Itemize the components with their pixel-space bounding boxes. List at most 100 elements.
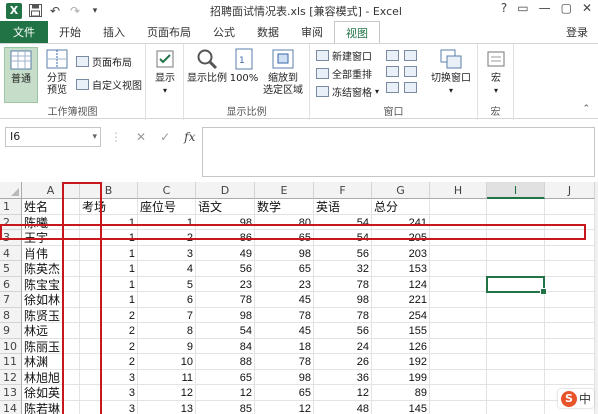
tab-review[interactable]: 审阅 bbox=[290, 21, 334, 43]
cell-c10[interactable]: 9 bbox=[138, 338, 196, 354]
cell-c12[interactable]: 11 bbox=[138, 369, 196, 385]
cell-b3[interactable]: 1 bbox=[80, 230, 138, 246]
cell-h14[interactable] bbox=[430, 400, 487, 414]
cell-a13[interactable]: 徐如英 bbox=[22, 385, 80, 401]
redo-icon[interactable]: ↷ bbox=[68, 4, 82, 18]
cell-d12[interactable]: 65 bbox=[196, 369, 255, 385]
cell-e4[interactable]: 98 bbox=[255, 245, 314, 261]
cell-i2[interactable] bbox=[487, 214, 545, 230]
row-header[interactable]: 3 bbox=[0, 230, 22, 246]
cell-g6[interactable]: 124 bbox=[372, 276, 430, 292]
cell-g10[interactable]: 126 bbox=[372, 338, 430, 354]
tab-home[interactable]: 开始 bbox=[48, 21, 92, 43]
select-all-button[interactable] bbox=[0, 182, 22, 199]
cell-d14[interactable]: 85 bbox=[196, 400, 255, 414]
cell-e3[interactable]: 65 bbox=[255, 230, 314, 246]
cell-i3[interactable] bbox=[487, 230, 545, 246]
cell-j5[interactable] bbox=[545, 261, 595, 277]
cell-a4[interactable]: 肖伟 bbox=[22, 245, 80, 261]
cell-d3[interactable]: 86 bbox=[196, 230, 255, 246]
undo-icon[interactable]: ↶ bbox=[48, 4, 62, 18]
cell-c9[interactable]: 8 bbox=[138, 323, 196, 339]
cell-h1[interactable] bbox=[430, 199, 487, 215]
zoom-to-selection-button[interactable]: 缩放到 选定区域 bbox=[260, 47, 306, 97]
page-break-preview-button[interactable]: 分页 预览 bbox=[42, 47, 72, 97]
cell-h7[interactable] bbox=[430, 292, 487, 308]
custom-views-button[interactable]: 自定义视图 bbox=[76, 77, 142, 92]
cell-d13[interactable]: 12 bbox=[196, 385, 255, 401]
cell-e13[interactable]: 65 bbox=[255, 385, 314, 401]
cell-b6[interactable]: 1 bbox=[80, 276, 138, 292]
cell-h3[interactable] bbox=[430, 230, 487, 246]
cell-a14[interactable]: 陈若琳 bbox=[22, 400, 80, 414]
cell-g5[interactable]: 153 bbox=[372, 261, 430, 277]
cell-a3[interactable]: 王宇 bbox=[22, 230, 80, 246]
cell-j10[interactable] bbox=[545, 338, 595, 354]
maximize-button[interactable]: ▢ bbox=[561, 1, 572, 15]
cell-e2[interactable]: 80 bbox=[255, 214, 314, 230]
cell-e7[interactable]: 45 bbox=[255, 292, 314, 308]
column-header-i[interactable]: I bbox=[487, 182, 545, 199]
cell-i12[interactable] bbox=[487, 369, 545, 385]
cell-a7[interactable]: 徐如林 bbox=[22, 292, 80, 308]
cell-f14[interactable]: 48 bbox=[314, 400, 372, 414]
cell-g4[interactable]: 203 bbox=[372, 245, 430, 261]
cell-b9[interactable]: 2 bbox=[80, 323, 138, 339]
ribbon-display-options-button[interactable]: ▭ bbox=[517, 1, 528, 15]
cell-e11[interactable]: 78 bbox=[255, 354, 314, 370]
cell-i14[interactable] bbox=[487, 400, 545, 414]
cell-a12[interactable]: 林旭旭 bbox=[22, 369, 80, 385]
cell-b1[interactable]: 考场 bbox=[80, 199, 138, 215]
cell-c14[interactable]: 13 bbox=[138, 400, 196, 414]
cell-j9[interactable] bbox=[545, 323, 595, 339]
normal-view-button[interactable]: 普通 bbox=[4, 47, 38, 103]
split-button[interactable] bbox=[386, 50, 399, 61]
cell-i1[interactable] bbox=[487, 199, 545, 215]
ime-indicator[interactable]: S 中 bbox=[557, 389, 594, 408]
cell-f1[interactable]: 英语 bbox=[314, 199, 372, 215]
row-header[interactable]: 11 bbox=[0, 354, 22, 370]
cell-d9[interactable]: 54 bbox=[196, 323, 255, 339]
cell-g7[interactable]: 221 bbox=[372, 292, 430, 308]
enter-icon[interactable]: ✓ bbox=[160, 130, 170, 144]
cell-a11[interactable]: 林渊 bbox=[22, 354, 80, 370]
new-window-button[interactable]: 新建窗口 bbox=[316, 48, 372, 63]
tab-formulas[interactable]: 公式 bbox=[202, 21, 246, 43]
row-header[interactable]: 10 bbox=[0, 338, 22, 354]
cell-c8[interactable]: 7 bbox=[138, 307, 196, 323]
name-box[interactable]: I6 ▾ bbox=[5, 127, 101, 147]
cell-h9[interactable] bbox=[430, 323, 487, 339]
zoom-button[interactable]: 显示比例 bbox=[186, 47, 228, 85]
cell-g2[interactable]: 241 bbox=[372, 214, 430, 230]
cell-g9[interactable]: 155 bbox=[372, 323, 430, 339]
column-header-c[interactable]: C bbox=[138, 182, 196, 199]
tab-file[interactable]: 文件 bbox=[0, 21, 48, 43]
column-header-d[interactable]: D bbox=[196, 182, 255, 199]
cell-h2[interactable] bbox=[430, 214, 487, 230]
row-header[interactable]: 4 bbox=[0, 245, 22, 261]
tab-data[interactable]: 数据 bbox=[246, 21, 290, 43]
row-header[interactable]: 6 bbox=[0, 276, 22, 292]
cell-d2[interactable]: 98 bbox=[196, 214, 255, 230]
unhide-window-button[interactable] bbox=[386, 82, 399, 93]
cell-d5[interactable]: 56 bbox=[196, 261, 255, 277]
cell-i4[interactable] bbox=[487, 245, 545, 261]
cell-c7[interactable]: 6 bbox=[138, 292, 196, 308]
cell-f13[interactable]: 12 bbox=[314, 385, 372, 401]
cell-e5[interactable]: 65 bbox=[255, 261, 314, 277]
tab-view[interactable]: 视图 bbox=[334, 21, 380, 43]
cancel-icon[interactable]: ✕ bbox=[136, 130, 146, 144]
cell-h6[interactable] bbox=[430, 276, 487, 292]
arrange-all-button[interactable]: 全部重排 bbox=[316, 66, 372, 81]
row-header[interactable]: 13 bbox=[0, 385, 22, 401]
cell-d7[interactable]: 78 bbox=[196, 292, 255, 308]
column-header-a[interactable]: A bbox=[22, 182, 80, 199]
minimize-button[interactable]: — bbox=[539, 1, 551, 15]
cell-g3[interactable]: 205 bbox=[372, 230, 430, 246]
cell-b2[interactable]: 1 bbox=[80, 214, 138, 230]
tab-insert[interactable]: 插入 bbox=[92, 21, 136, 43]
cell-b14[interactable]: 3 bbox=[80, 400, 138, 414]
cell-d8[interactable]: 98 bbox=[196, 307, 255, 323]
cell-d1[interactable]: 语文 bbox=[196, 199, 255, 215]
tab-page-layout[interactable]: 页面布局 bbox=[136, 21, 202, 43]
